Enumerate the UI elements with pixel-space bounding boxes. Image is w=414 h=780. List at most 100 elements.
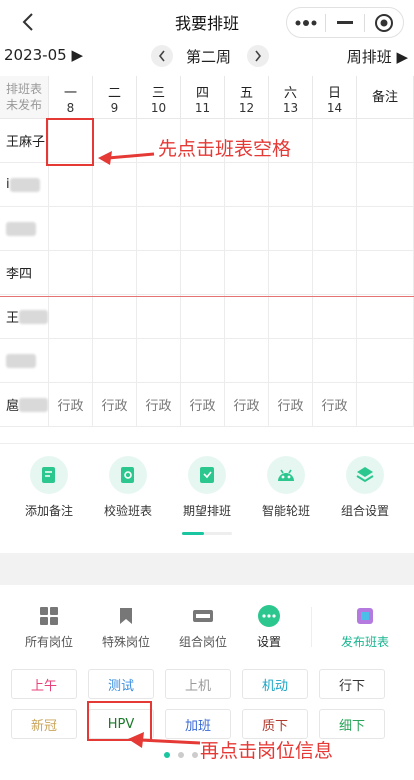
chevron-left-icon	[22, 13, 33, 31]
schedule-cell[interactable]: 行政	[137, 383, 181, 427]
schedule-cell[interactable]: 行政	[225, 383, 269, 427]
schedule-cell[interactable]	[181, 339, 225, 383]
more-button[interactable]	[287, 8, 325, 37]
note-cell[interactable]	[357, 251, 414, 295]
post-chip[interactable]: 上机	[165, 669, 231, 699]
add-note-button[interactable]: 添加备注	[10, 456, 88, 519]
schedule-cell[interactable]	[137, 207, 181, 251]
chip-pager-dot-active	[164, 752, 170, 758]
next-week-button[interactable]	[247, 45, 269, 67]
all-posts-tab[interactable]: 所有岗位	[14, 605, 84, 650]
back-button[interactable]	[14, 8, 42, 36]
schedule-cell[interactable]	[225, 251, 269, 295]
schedule-cell[interactable]	[269, 251, 313, 295]
schedule-cell[interactable]	[313, 163, 357, 207]
employee-name[interactable]	[0, 339, 49, 383]
combo-posts-tab[interactable]: 组合岗位	[168, 605, 238, 650]
page-title: 我要排班	[174, 14, 239, 33]
employee-name[interactable]: i	[0, 163, 49, 207]
note-cell[interactable]	[357, 339, 414, 383]
minimize-button[interactable]	[326, 8, 364, 37]
post-chip[interactable]: 机动	[242, 669, 308, 699]
schedule-cell[interactable]	[137, 339, 181, 383]
close-button[interactable]	[365, 8, 403, 37]
post-chip[interactable]: 质下	[242, 709, 308, 739]
prev-week-button[interactable]	[151, 45, 173, 67]
schedule-cell[interactable]	[93, 339, 137, 383]
post-chip[interactable]: 细下	[319, 709, 385, 739]
schedule-cell[interactable]	[93, 207, 137, 251]
combo-settings-button[interactable]: 组合设置	[326, 456, 404, 519]
chevron-right-icon	[255, 50, 262, 62]
smart-shift-button[interactable]: 智能轮班	[247, 456, 325, 519]
schedule-cell[interactable]	[225, 207, 269, 251]
note-cell[interactable]	[357, 119, 414, 163]
note-cell[interactable]	[357, 295, 414, 339]
schedule-cell[interactable]	[313, 251, 357, 295]
func-label: 添加备注	[24, 504, 73, 518]
schedule-cell[interactable]	[137, 163, 181, 207]
schedule-cell[interactable]	[181, 251, 225, 295]
schedule-cell[interactable]	[93, 163, 137, 207]
schedule-cell[interactable]	[93, 295, 137, 339]
schedule-cell[interactable]	[49, 207, 93, 251]
schedule-cell[interactable]: 行政	[313, 383, 357, 427]
schedule-cell[interactable]: 行政	[181, 383, 225, 427]
note-cell[interactable]	[357, 383, 414, 427]
verify-schedule-button[interactable]: 校验班表	[89, 456, 167, 519]
tool-label: 设置	[256, 635, 281, 649]
note-cell[interactable]	[357, 207, 414, 251]
schedule-mode-selector[interactable]: 周排班 ▶	[347, 46, 408, 67]
month-selector[interactable]: 2023-05 ▶	[4, 46, 83, 64]
func-label: 组合设置	[340, 504, 389, 518]
wish-schedule-button[interactable]: 期望排班	[168, 456, 246, 519]
settings-tab[interactable]: 设置	[234, 605, 304, 650]
grid-icon	[40, 607, 58, 625]
schedule-cell[interactable]	[49, 163, 93, 207]
schedule-cell[interactable]	[181, 207, 225, 251]
employee-name[interactable]	[0, 207, 49, 251]
employee-name[interactable]: 王	[0, 295, 49, 339]
post-chip[interactable]: 行下	[319, 669, 385, 699]
schedule-cell[interactable]	[269, 295, 313, 339]
schedule-cell[interactable]	[49, 251, 93, 295]
schedule-cell[interactable]: 行政	[269, 383, 313, 427]
schedule-cell[interactable]	[269, 163, 313, 207]
day-header: 二9	[93, 76, 137, 119]
day-name: 二	[107, 86, 121, 101]
employee-name[interactable]: 王麻子	[0, 119, 49, 163]
employee-name-text: 李四	[6, 267, 33, 282]
schedule-cell[interactable]	[137, 251, 181, 295]
schedule-cell[interactable]	[225, 295, 269, 339]
schedule-cell[interactable]	[269, 207, 313, 251]
publish-schedule-button[interactable]: 发布班表	[330, 605, 400, 650]
day-header: 日 14	[313, 76, 357, 119]
corner-line-2: 未发布	[5, 98, 42, 112]
schedule-cell[interactable]	[49, 295, 93, 339]
schedule-cell[interactable]	[49, 339, 93, 383]
employee-name[interactable]: 扈	[0, 383, 49, 427]
special-posts-tab[interactable]: 特殊岗位	[91, 605, 161, 650]
schedule-cell[interactable]	[181, 295, 225, 339]
schedule-cell[interactable]	[225, 163, 269, 207]
schedule-cell[interactable]	[137, 295, 181, 339]
employee-name[interactable]: 李四	[0, 251, 49, 295]
schedule-cell[interactable]: 行政	[49, 383, 93, 427]
func-label: 校验班表	[103, 504, 152, 518]
schedule-cell[interactable]	[313, 119, 357, 163]
day-date: 12	[238, 101, 255, 115]
schedule-cell[interactable]	[313, 207, 357, 251]
schedule-cell[interactable]	[313, 295, 357, 339]
schedule-cell[interactable]	[181, 163, 225, 207]
day-name: 日	[327, 86, 341, 101]
schedule-cell[interactable]	[269, 339, 313, 383]
schedule-cell[interactable]	[93, 251, 137, 295]
schedule-cell[interactable]	[225, 339, 269, 383]
post-chip[interactable]: 新冠	[11, 709, 77, 739]
schedule-cell[interactable]: 行政	[93, 383, 137, 427]
week-navigation: 2023-05 ▶ 第二周 周排班 ▶	[0, 44, 414, 70]
note-cell[interactable]	[357, 163, 414, 207]
schedule-cell[interactable]	[313, 339, 357, 383]
post-chip[interactable]: 测试	[88, 669, 154, 699]
post-chip[interactable]: 上午	[11, 669, 77, 699]
